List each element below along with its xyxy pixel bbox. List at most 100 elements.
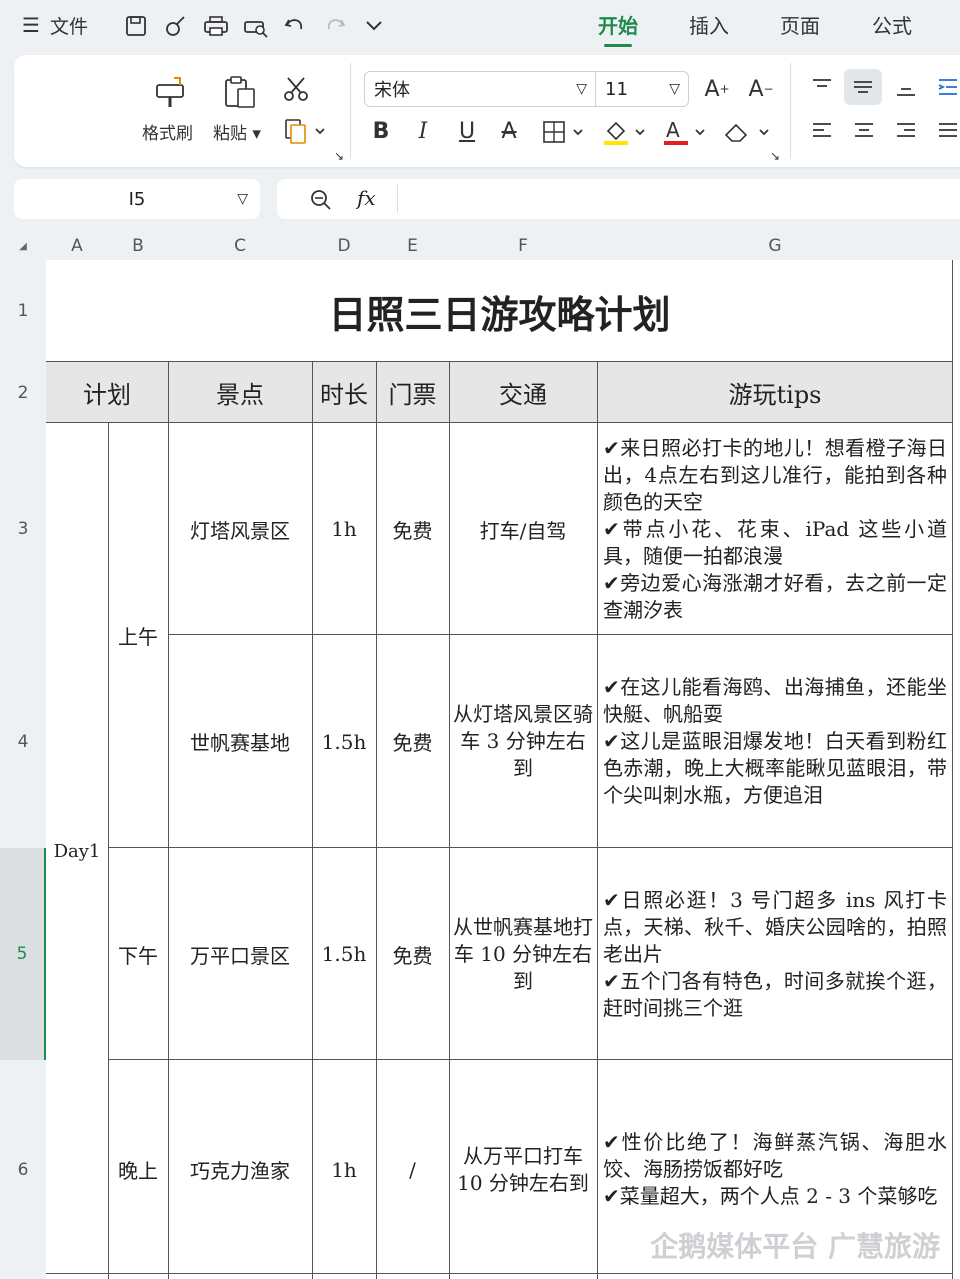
period-afternoon[interactable]: 下午	[108, 848, 168, 1060]
spot-cell[interactable]: 灯塔风景区	[168, 423, 312, 635]
duration-cell[interactable]: 1.5h	[312, 848, 376, 1060]
transport-cell[interactable]: 从万平口打车 10 分钟左右到	[449, 1060, 597, 1279]
zoom-icon[interactable]	[309, 188, 333, 212]
print-preview-icon[interactable]	[243, 14, 269, 38]
gridline	[376, 362, 377, 1279]
paste-button[interactable]: 粘贴 ▾	[213, 119, 261, 144]
spot-cell[interactable]: 世帆赛基地	[168, 635, 312, 848]
align-right-icon[interactable]	[894, 119, 918, 143]
ribbon-divider	[350, 63, 351, 159]
undo-icon[interactable]	[283, 14, 307, 38]
watermark: 企鹅媒体平台 广慧旅游	[650, 1230, 940, 1263]
justify-icon[interactable]	[936, 119, 960, 143]
align-middle-button[interactable]	[844, 69, 882, 105]
indent-icon[interactable]	[936, 75, 960, 99]
ticket-cell[interactable]: 免费	[376, 423, 449, 635]
tips-cell[interactable]: ✔日照必逛！3 号门超多 ins 风打卡点，天梯、秋千、婚庆公园啥的，拍照老出片…	[597, 848, 953, 1060]
share-icon[interactable]	[164, 14, 188, 38]
duration-cell[interactable]: 1.5h	[312, 635, 376, 848]
gridline	[46, 361, 953, 362]
column-header-a[interactable]: A	[46, 232, 108, 260]
ticket-cell[interactable]: 免费	[376, 635, 449, 848]
header-spot[interactable]: 景点	[168, 362, 312, 423]
underline-icon[interactable]: U	[454, 115, 480, 147]
gridline	[108, 1059, 953, 1060]
tab-formula[interactable]: 公式	[872, 10, 912, 39]
align-top-icon[interactable]	[810, 75, 834, 99]
tab-page[interactable]: 页面	[780, 10, 820, 39]
format-painter-label[interactable]: 格式刷	[142, 119, 193, 144]
duration-cell[interactable]: 1h	[312, 423, 376, 635]
row-header-2[interactable]: 2	[0, 362, 46, 423]
font-expand-icon[interactable]: ↘	[770, 149, 780, 163]
save-icon[interactable]	[124, 14, 148, 38]
transport-cell[interactable]: 从灯塔风景区骑车 3 分钟左右到	[449, 635, 597, 848]
column-header-e[interactable]: E	[376, 232, 449, 260]
chevron-down-icon: ▽	[237, 191, 248, 207]
chevron-down-icon[interactable]	[364, 18, 384, 34]
copy-icon[interactable]	[284, 117, 328, 145]
clear-format-icon[interactable]	[722, 117, 772, 147]
gridline	[168, 634, 953, 635]
header-plan[interactable]: 计划	[46, 362, 168, 423]
column-header-d[interactable]: D	[312, 232, 376, 260]
align-bottom-icon[interactable]	[894, 75, 918, 99]
column-header-b[interactable]: B	[108, 232, 168, 260]
transport-cell[interactable]: 打车/自驾	[449, 423, 597, 635]
tips-cell[interactable]: ✔来日照必打卡的地儿！想看橙子海日出，4点左右到这儿准行，能拍到各种颜色的天空 …	[597, 423, 953, 635]
clipboard-expand-icon[interactable]: ↘	[334, 149, 344, 163]
period-morning[interactable]: 上午	[108, 423, 168, 848]
name-box[interactable]: I5 ▽	[14, 179, 260, 219]
italic-icon[interactable]: I	[410, 115, 436, 147]
paste-label: 粘贴	[213, 124, 247, 144]
formula-bar[interactable]: fx	[277, 179, 960, 219]
redo-icon[interactable]	[323, 14, 347, 38]
tab-insert[interactable]: 插入	[689, 10, 729, 39]
day-label[interactable]: Day1	[46, 423, 108, 1279]
row-header-4[interactable]: 4	[0, 635, 46, 848]
header-transport[interactable]: 交通	[449, 362, 597, 423]
worksheet: 日照三日游攻略计划 计划 景点 时长 门票 交通 游玩tips Day1 上午 …	[46, 260, 960, 1279]
file-menu-button[interactable]: ☰ 文件	[22, 10, 88, 40]
spot-cell[interactable]: 万平口景区	[168, 848, 312, 1060]
tab-home[interactable]: 开始	[598, 10, 638, 47]
chevron-down-icon: ▽	[576, 81, 587, 97]
column-header-f[interactable]: F	[449, 232, 597, 260]
duration-cell[interactable]: 1h	[312, 1060, 376, 1279]
borders-icon[interactable]	[542, 119, 588, 145]
svg-text:A: A	[666, 118, 680, 142]
row-header-1[interactable]: 1	[0, 260, 46, 362]
font-color-icon[interactable]: A	[662, 117, 710, 147]
transport-cell[interactable]: 从世帆赛基地打车 10 分钟左右到	[449, 848, 597, 1060]
ticket-cell[interactable]: /	[376, 1060, 449, 1279]
decrease-font-icon[interactable]: A −	[746, 73, 776, 105]
column-header-c[interactable]: C	[168, 232, 312, 260]
column-header-g[interactable]: G	[597, 232, 953, 260]
header-duration[interactable]: 时长	[312, 362, 376, 423]
sheet-title[interactable]: 日照三日游攻略计划	[46, 260, 953, 362]
fill-color-icon[interactable]	[602, 117, 650, 147]
row-header-5[interactable]: 5	[0, 848, 46, 1060]
bold-icon[interactable]: B	[368, 115, 394, 147]
select-all-corner[interactable]: ◢	[0, 232, 46, 260]
font-name-select[interactable]: 宋体 ▽	[364, 71, 596, 107]
paste-icon[interactable]	[222, 75, 256, 109]
strikethrough-icon[interactable]: A	[496, 115, 522, 147]
row-header-6[interactable]: 6	[0, 1060, 46, 1279]
increase-font-icon[interactable]: A +	[702, 73, 732, 105]
file-menu-label: 文件	[49, 15, 88, 38]
font-size-select[interactable]: 11 ▽	[595, 71, 689, 107]
cut-icon[interactable]	[282, 75, 310, 103]
align-center-icon[interactable]	[852, 119, 876, 143]
period-evening[interactable]: 晚上	[108, 1060, 168, 1279]
fx-icon[interactable]: fx	[357, 186, 376, 210]
header-tips[interactable]: 游玩tips	[597, 362, 953, 423]
align-left-icon[interactable]	[810, 119, 834, 143]
spot-cell[interactable]: 巧克力渔家	[168, 1060, 312, 1279]
format-painter-icon[interactable]	[154, 75, 186, 109]
ticket-cell[interactable]: 免费	[376, 848, 449, 1060]
row-header-3[interactable]: 3	[0, 423, 46, 635]
tips-cell[interactable]: ✔在这儿能看海鸥、出海捕鱼，还能坐快艇、帆船耍 ✔这儿是蓝眼泪爆发地！白天看到粉…	[597, 635, 953, 848]
header-ticket[interactable]: 门票	[376, 362, 449, 423]
print-icon[interactable]	[203, 14, 229, 38]
